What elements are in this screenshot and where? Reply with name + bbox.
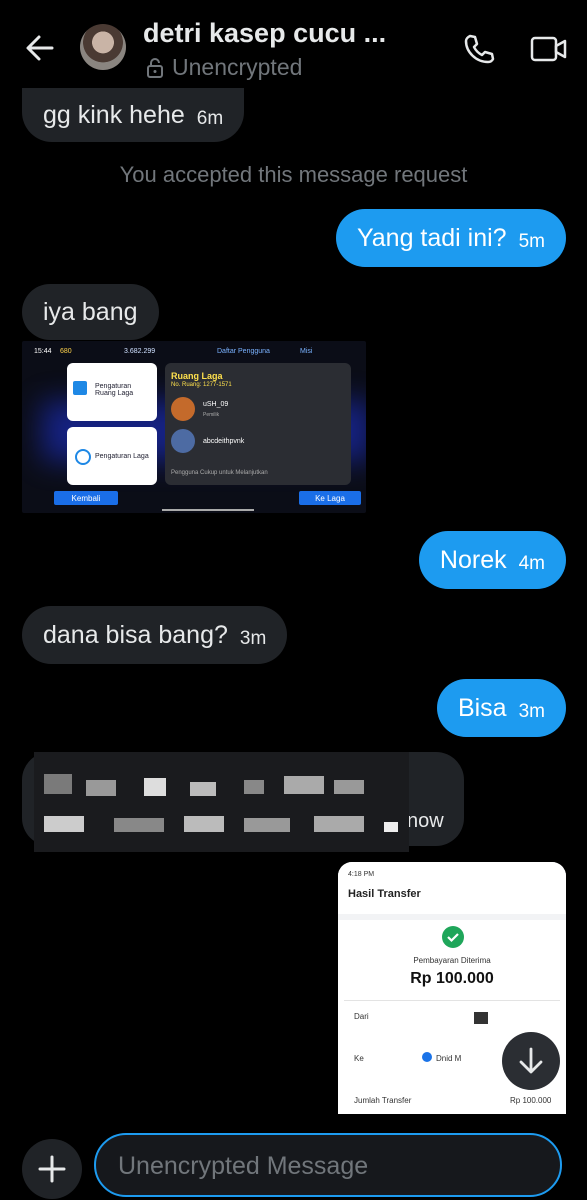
message-text: Bisa (457, 693, 507, 722)
status-time: 15:44 (34, 348, 52, 355)
transfer-header: 4:18 PM Hasil Transfer (338, 862, 566, 914)
message-text: iya bang (43, 297, 138, 326)
message-bubble-incoming[interactable]: iya bang (22, 284, 159, 340)
message-text: gg kink hehe (43, 100, 185, 129)
message-time: 5m (518, 230, 545, 252)
message-time: 6m (196, 107, 224, 129)
status-time: 4:18 PM (348, 871, 375, 878)
message-input[interactable]: Unencrypted Message (94, 1133, 562, 1197)
sum-value: Rp 100.000 (510, 1096, 552, 1105)
back-button-label: Kembali (71, 493, 101, 503)
panel-note: Pengguna Cukup untuk Melanjutkan (171, 470, 268, 476)
system-message: You accepted this message request (119, 162, 468, 187)
room-number: No. Ruang: 1277-1571 (171, 382, 232, 388)
plus-icon (38, 1155, 66, 1183)
contact-name[interactable]: detri kasep cucu ... (143, 18, 386, 49)
go-button-label: Ke Laga (315, 493, 345, 503)
card-label: Pengaturan Ruang Laga (95, 383, 134, 397)
back-arrow-icon[interactable] (22, 30, 58, 66)
add-attachment-button[interactable] (22, 1139, 82, 1199)
redacted-block (474, 1012, 488, 1024)
message-time: 3m (239, 627, 267, 649)
back-button: Kembali (54, 491, 118, 505)
unlock-icon (147, 57, 163, 78)
player-role: Pemilik (203, 412, 220, 418)
message-text: Yang tadi ini? (356, 223, 507, 252)
nav-users: Daftar Pengguna (217, 348, 270, 355)
player-avatar (171, 397, 195, 421)
visible-fragment: now (407, 810, 444, 832)
room-panel: Ruang Laga No. Ruang: 1277-1571 uSH_09 P… (165, 363, 351, 485)
message-text: Norek (439, 545, 507, 574)
dana-logo-icon (422, 1052, 432, 1062)
coins-count: 680 (60, 348, 72, 355)
gems-count: 3.682.299 (124, 348, 156, 355)
video-call-icon[interactable] (530, 34, 568, 64)
home-indicator (162, 509, 254, 511)
attached-image-game[interactable]: 15:44 680 3.682.299 Daftar Pengguna Misi… (22, 341, 366, 513)
player-name: uSH_09 (203, 401, 229, 408)
nav-mission: Misi (300, 348, 313, 355)
message-bubble-incoming[interactable]: dana bisa bang? 3m (22, 606, 288, 664)
player-name: abcdeithpvnk (203, 438, 245, 445)
gear-icon (75, 449, 91, 465)
message-bubble-outgoing[interactable]: Bisa 3m (436, 679, 566, 737)
transfer-title: Hasil Transfer (348, 888, 421, 900)
panel-title: Ruang Laga (171, 371, 223, 381)
message-bubble-redacted[interactable]: nad now (22, 752, 464, 852)
message-bubble-incoming[interactable]: gg kink hehe 6m (22, 88, 245, 142)
message-bubble-outgoing[interactable]: Yang tadi ini? 5m (335, 209, 566, 267)
sum-label: Jumlah Transfer (354, 1096, 412, 1105)
from-label: Dari (354, 1012, 369, 1021)
recipient-name: Dnid M (436, 1054, 462, 1063)
avatar[interactable] (80, 24, 126, 70)
conversation-header: detri kasep cucu ... Unencrypted (0, 0, 587, 92)
divider (344, 1000, 560, 1001)
encryption-status: Unencrypted (146, 54, 302, 81)
message-bubble-outgoing[interactable]: Norek 4m (418, 531, 566, 589)
scroll-to-bottom-button[interactable] (502, 1032, 560, 1090)
payment-status: Pembayaran Diterima (413, 956, 491, 965)
check-icon (442, 926, 464, 948)
pixelated-redaction (34, 752, 409, 852)
message-text: dana bisa bang? (43, 620, 228, 649)
go-button: Ke Laga (299, 491, 361, 505)
message-input-placeholder: Unencrypted Message (118, 1152, 369, 1180)
phone-icon[interactable] (462, 32, 496, 66)
encryption-status-label: Unencrypted (172, 54, 303, 80)
message-time: 3m (518, 700, 545, 722)
arrow-down-icon (519, 1047, 543, 1074)
settings-card-room: Pengaturan Ruang Laga (67, 363, 157, 421)
card-label: Pengaturan Laga (95, 453, 149, 460)
payment-amount: Rp 100.000 (410, 970, 494, 987)
settings-card-match: Pengaturan Laga (67, 427, 157, 485)
player-avatar (171, 429, 195, 453)
to-label: Ke (354, 1054, 364, 1063)
message-time: 4m (518, 552, 545, 574)
house-gear-icon (73, 381, 87, 395)
